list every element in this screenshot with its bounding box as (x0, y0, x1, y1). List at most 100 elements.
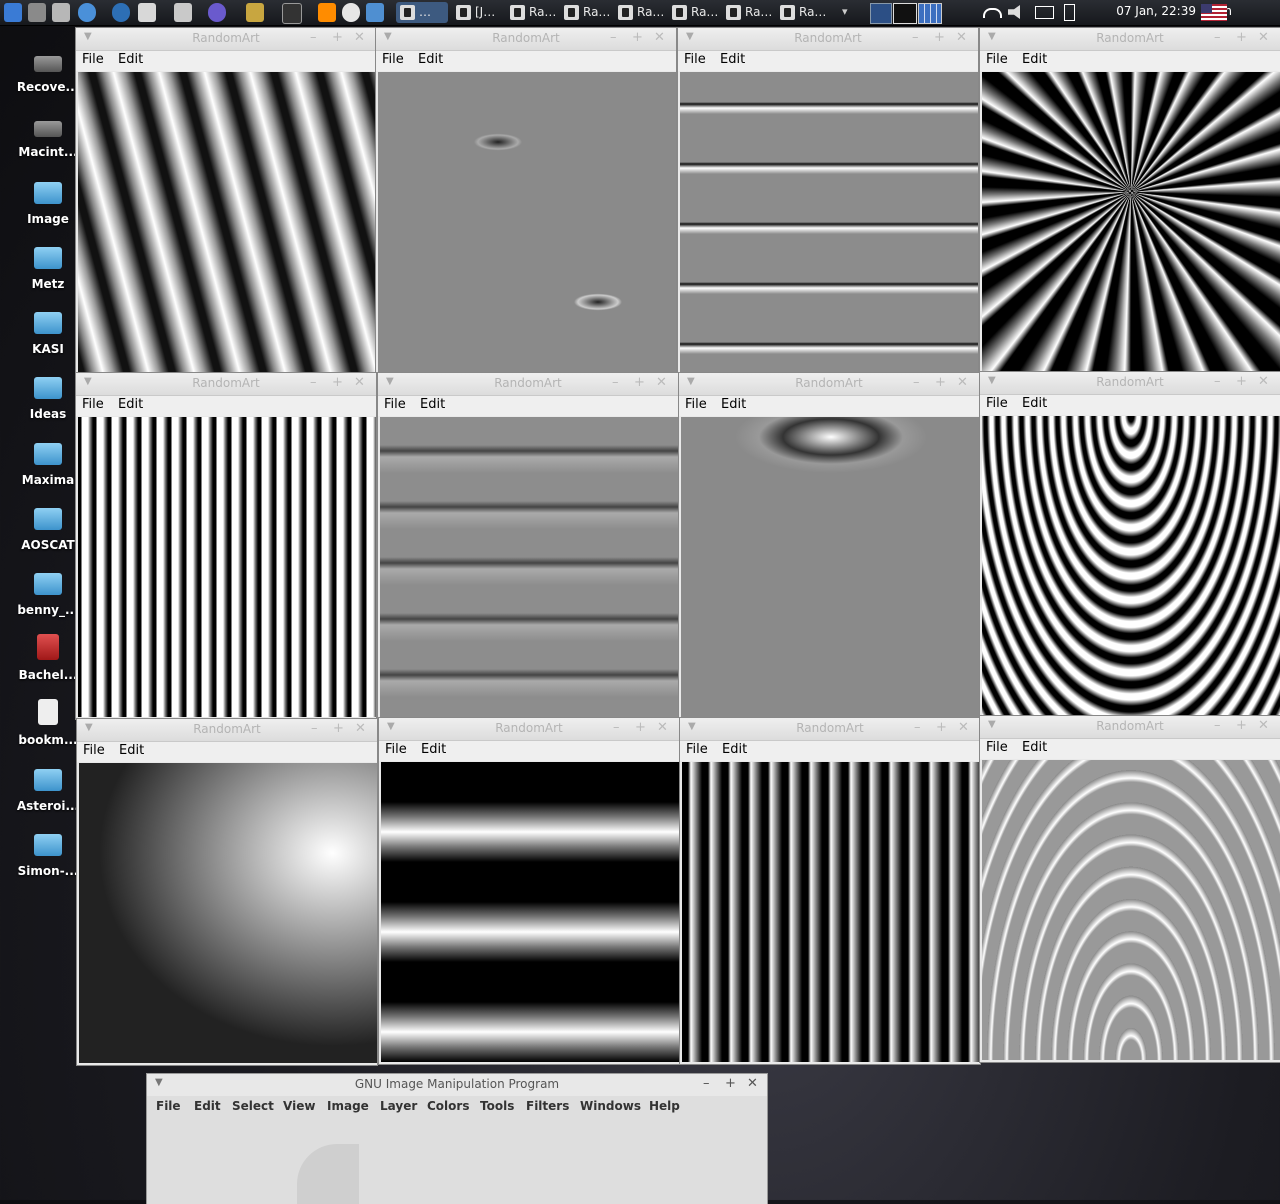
title-bar[interactable]: ▼ RandomArt – + ✕ (980, 716, 1280, 739)
title-bar[interactable]: ▼ RandomArt – + ✕ (378, 373, 678, 396)
taskbar-item[interactable]: [J… (452, 2, 504, 23)
menu-filters[interactable]: Filters (526, 1099, 569, 1113)
chevron-down-icon[interactable]: ▾ (842, 5, 856, 24)
maximize-icon[interactable]: + (632, 30, 643, 45)
menu-file[interactable]: File (382, 52, 404, 67)
minimize-icon[interactable]: – (612, 375, 619, 390)
taskbar-item[interactable]: Ra… (776, 2, 828, 23)
title-bar[interactable]: ▼ GNU Image Manipulation Program – + ✕ (147, 1074, 767, 1096)
menu-edit[interactable]: Edit (721, 397, 746, 412)
menu-file[interactable]: File (686, 742, 708, 757)
maximize-icon[interactable]: + (332, 375, 343, 390)
minimize-icon[interactable]: – (310, 30, 317, 45)
menu-edit[interactable]: Edit (119, 743, 144, 758)
mail-icon[interactable] (1035, 6, 1054, 19)
browser-icon[interactable] (78, 3, 96, 22)
menu-view[interactable]: View (283, 1099, 315, 1113)
maximize-icon[interactable]: + (333, 721, 344, 736)
taskbar-item[interactable]: Ra… (722, 2, 774, 23)
menu-windows[interactable]: Windows (580, 1099, 641, 1113)
close-icon[interactable]: ✕ (1258, 374, 1269, 389)
title-bar[interactable]: ▼ RandomArt – + ✕ (77, 719, 377, 742)
taskbar-item[interactable]: Ra… (506, 2, 558, 23)
vlc-icon[interactable] (318, 3, 336, 22)
menu-edit[interactable]: Edit (1022, 396, 1047, 411)
minimize-icon[interactable]: – (610, 30, 617, 45)
close-icon[interactable]: ✕ (956, 30, 967, 45)
close-icon[interactable]: ✕ (1258, 30, 1269, 45)
minimize-icon[interactable]: – (311, 721, 318, 736)
title-bar[interactable]: ▼ RandomArt – + ✕ (376, 28, 676, 51)
taskbar-item[interactable]: … (396, 2, 448, 23)
minimize-icon[interactable]: – (310, 375, 317, 390)
workspace-switcher-icon[interactable] (870, 3, 892, 24)
title-bar[interactable]: ▼ RandomArt – + ✕ (76, 28, 376, 51)
menu-file[interactable]: File (685, 397, 707, 412)
menu-edit[interactable]: Edit (118, 397, 143, 412)
close-icon[interactable]: ✕ (657, 720, 668, 735)
menu-file[interactable]: File (986, 740, 1008, 755)
media-icon[interactable] (208, 3, 226, 22)
close-icon[interactable]: ✕ (354, 30, 365, 45)
menu-file[interactable]: File (384, 397, 406, 412)
title-bar[interactable]: ▼ RandomArt – + ✕ (680, 718, 980, 741)
title-bar[interactable]: ▼ RandomArt – + ✕ (980, 372, 1280, 395)
maximize-icon[interactable]: + (332, 30, 343, 45)
text-editor-icon[interactable] (138, 3, 156, 22)
maximize-icon[interactable]: + (1236, 30, 1247, 45)
workspace-1[interactable] (893, 3, 917, 24)
maximize-icon[interactable]: + (1236, 374, 1247, 389)
minimize-icon[interactable]: – (613, 720, 620, 735)
volume-icon[interactable] (1008, 5, 1020, 19)
trash-icon[interactable] (28, 3, 46, 22)
maximize-icon[interactable]: + (936, 720, 947, 735)
minimize-icon[interactable]: – (914, 720, 921, 735)
title-bar[interactable]: ▼ RandomArt – + ✕ (76, 373, 376, 396)
minimize-icon[interactable]: – (703, 1076, 710, 1091)
maximize-icon[interactable]: + (725, 1076, 736, 1091)
title-bar[interactable]: ▼ RandomArt – + ✕ (679, 373, 979, 396)
file-manager-icon[interactable] (52, 3, 70, 22)
application-menu-icon[interactable] (4, 3, 22, 22)
taskbar-item[interactable]: Ra… (668, 2, 720, 23)
menu-edit[interactable]: Edit (1022, 52, 1047, 67)
minimize-icon[interactable]: – (913, 375, 920, 390)
menu-edit[interactable]: Edit (1022, 740, 1047, 755)
maximize-icon[interactable]: + (634, 375, 645, 390)
title-bar[interactable]: ▼ RandomArt – + ✕ (379, 718, 679, 741)
maximize-icon[interactable]: + (934, 30, 945, 45)
menu-tools[interactable]: Tools (480, 1099, 514, 1113)
close-icon[interactable]: ✕ (1258, 718, 1269, 733)
menu-edit[interactable]: Edit (420, 397, 445, 412)
maximize-icon[interactable]: + (1236, 718, 1247, 733)
monitor-icon[interactable] (366, 3, 384, 22)
menu-file[interactable]: File (82, 397, 104, 412)
terminal-icon[interactable] (282, 3, 302, 24)
menu-select[interactable]: Select (232, 1099, 274, 1113)
close-icon[interactable]: ✕ (656, 375, 667, 390)
minimize-icon[interactable]: – (1214, 374, 1221, 389)
menu-file[interactable]: File (385, 742, 407, 757)
menu-file[interactable]: File (83, 743, 105, 758)
menu-layer[interactable]: Layer (380, 1099, 417, 1113)
menu-file[interactable]: File (684, 52, 706, 67)
workspace-grid-icon[interactable] (918, 3, 942, 24)
menu-file[interactable]: File (986, 396, 1008, 411)
close-icon[interactable]: ✕ (957, 375, 968, 390)
menu-file[interactable]: File (986, 52, 1008, 67)
notes-icon[interactable] (174, 3, 192, 22)
minimize-icon[interactable]: – (1214, 718, 1221, 733)
menu-edit[interactable]: Edit (722, 742, 747, 757)
chat-icon[interactable] (112, 3, 130, 22)
maximize-icon[interactable]: + (935, 375, 946, 390)
title-bar[interactable]: ▼ RandomArt – + ✕ (980, 28, 1280, 51)
wifi-icon[interactable] (983, 8, 1002, 18)
us-flag-icon[interactable] (1201, 4, 1227, 21)
close-icon[interactable]: ✕ (958, 720, 969, 735)
menu-image[interactable]: Image (327, 1099, 369, 1113)
minimize-icon[interactable]: – (1214, 30, 1221, 45)
taskbar-item[interactable]: Ra… (614, 2, 666, 23)
maximize-icon[interactable]: + (635, 720, 646, 735)
battery-icon[interactable] (1064, 4, 1075, 21)
graphics-icon[interactable] (246, 3, 264, 22)
